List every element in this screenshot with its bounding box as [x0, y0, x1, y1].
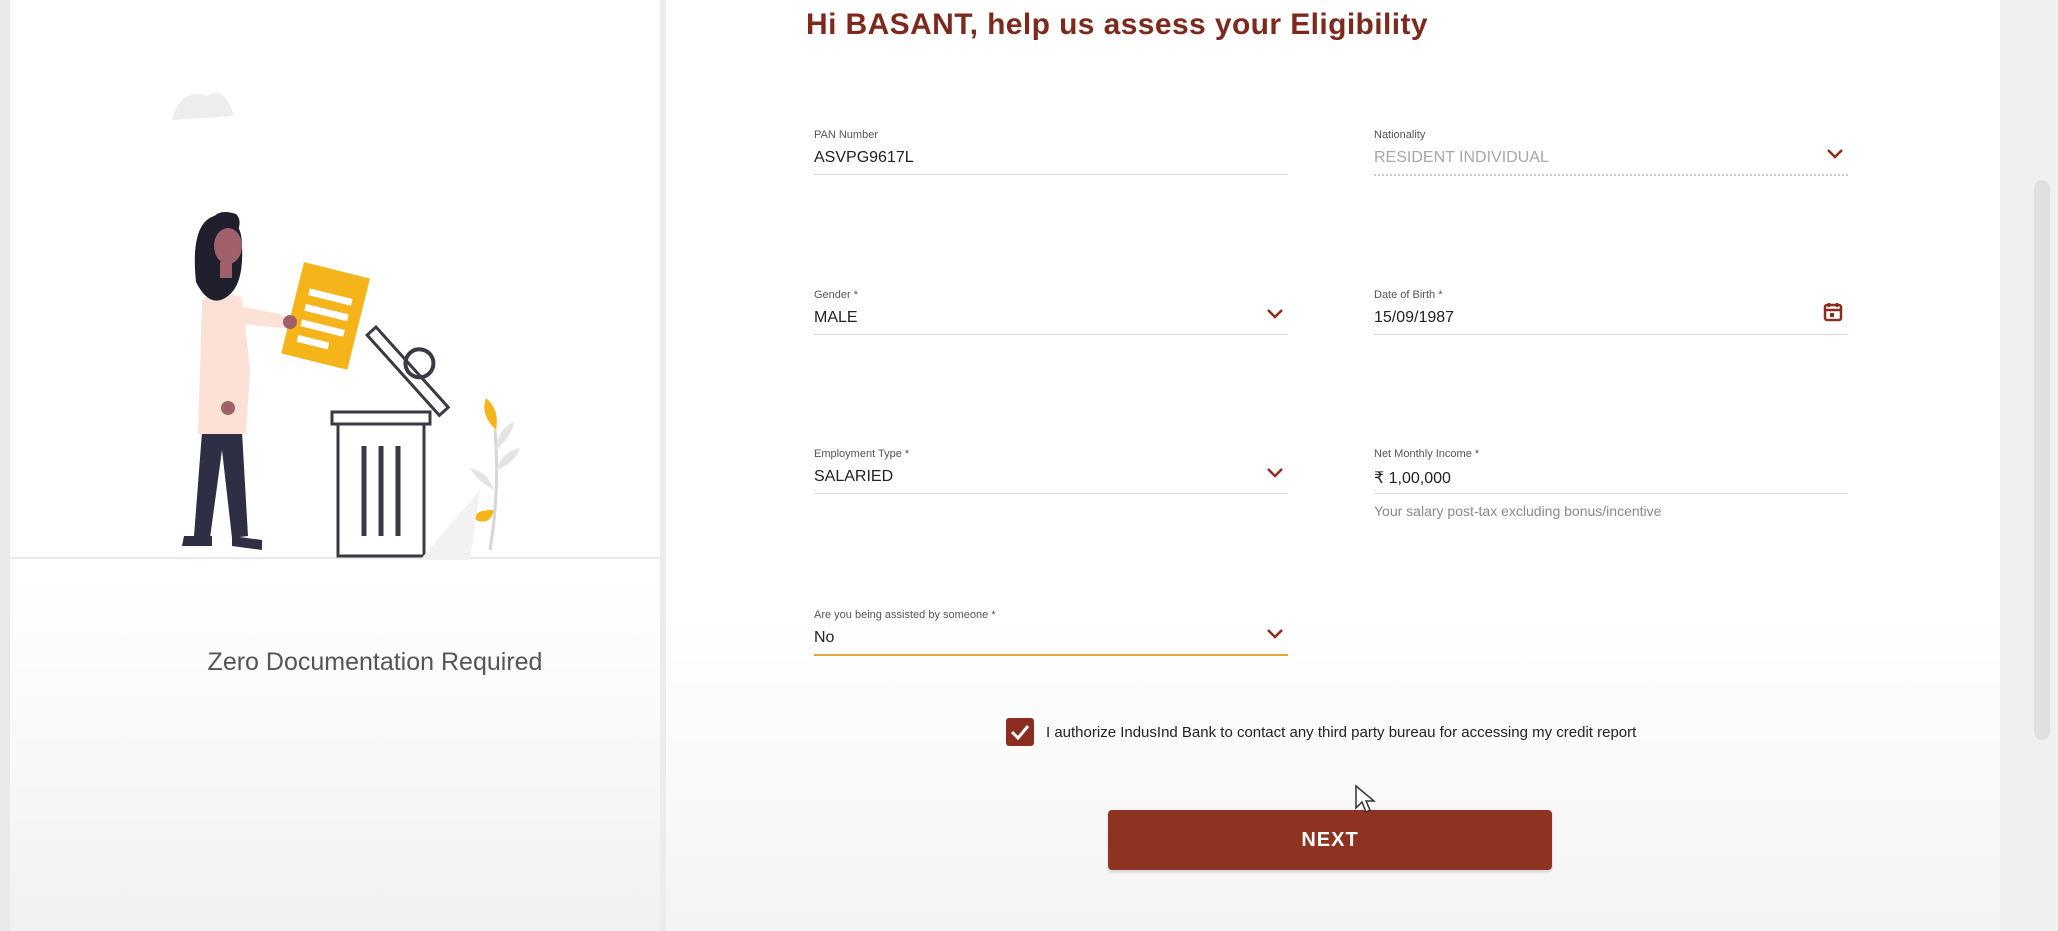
employment-type-underline: [814, 493, 1288, 494]
nationality-value: RESIDENT INDIVIDUAL: [1374, 149, 1549, 166]
pan-number-underline: [814, 174, 1288, 175]
calendar-icon[interactable]: [1822, 301, 1844, 323]
net-monthly-income-value[interactable]: ₹ 1,00,000: [1374, 468, 1451, 488]
mouse-cursor-icon: [1355, 784, 1376, 814]
consent-checkbox[interactable]: [1006, 718, 1034, 746]
assisted-by-someone-underline: [814, 654, 1288, 656]
employment-type-value[interactable]: SALARIED: [814, 468, 893, 486]
page-title: Hi BASANT, help us assess your Eligibili…: [806, 8, 1428, 41]
consent-text: I authorize IndusInd Bank to contact any…: [1046, 724, 1637, 741]
nationality-underline: [1374, 174, 1848, 176]
scrollbar-thumb[interactable]: [2034, 180, 2050, 740]
pan-number-label: PAN Number: [814, 129, 878, 141]
check-icon: [1010, 725, 1030, 741]
assisted-by-someone-label: Are you being assisted by someone *: [814, 609, 996, 621]
date-of-birth-label: Date of Birth *: [1374, 289, 1443, 301]
date-of-birth-value[interactable]: 15/09/1987: [1374, 309, 1454, 327]
employment-type-select[interactable]: Employment Type * SALARIED: [814, 448, 1288, 508]
net-monthly-income-hint: Your salary post-tax excluding bonus/inc…: [1374, 503, 1662, 519]
gender-value[interactable]: MALE: [814, 309, 858, 327]
woman-discarding-document-illustration: [172, 92, 520, 560]
net-monthly-income-underline: [1374, 493, 1848, 494]
nationality-label: Nationality: [1374, 129, 1426, 141]
gender-underline: [814, 334, 1288, 335]
chevron-down-icon[interactable]: [1266, 307, 1284, 321]
nationality-select: Nationality RESIDENT INDIVIDUAL: [1374, 129, 1848, 189]
net-monthly-income-field[interactable]: Net Monthly Income * ₹ 1,00,000: [1374, 448, 1848, 508]
chevron-down-icon[interactable]: [1266, 627, 1284, 641]
net-monthly-income-label: Net Monthly Income *: [1374, 448, 1480, 460]
gender-label: Gender *: [814, 289, 859, 301]
assisted-by-someone-value[interactable]: No: [814, 629, 834, 647]
assisted-by-someone-select[interactable]: Are you being assisted by someone * No: [814, 609, 1288, 669]
date-of-birth-field[interactable]: Date of Birth * 15/09/1987: [1374, 289, 1848, 349]
chevron-down-icon: [1827, 149, 1843, 159]
chevron-down-icon[interactable]: [1266, 466, 1284, 480]
date-of-birth-underline: [1374, 334, 1848, 335]
pan-number-value[interactable]: ASVPG9617L: [814, 149, 914, 167]
left-panel-caption: Zero Documentation Required: [207, 648, 543, 676]
net-monthly-income-amount: 1,00,000: [1388, 470, 1451, 487]
rupee-symbol: ₹: [1374, 470, 1385, 487]
pan-number-field[interactable]: PAN Number ASVPG9617L: [814, 129, 1288, 189]
next-button[interactable]: NEXT: [1108, 810, 1552, 870]
window-edge: [0, 0, 10, 931]
gender-select[interactable]: Gender * MALE: [814, 289, 1288, 349]
employment-type-label: Employment Type *: [814, 448, 910, 460]
scrollbar-track[interactable]: [2000, 0, 2058, 931]
